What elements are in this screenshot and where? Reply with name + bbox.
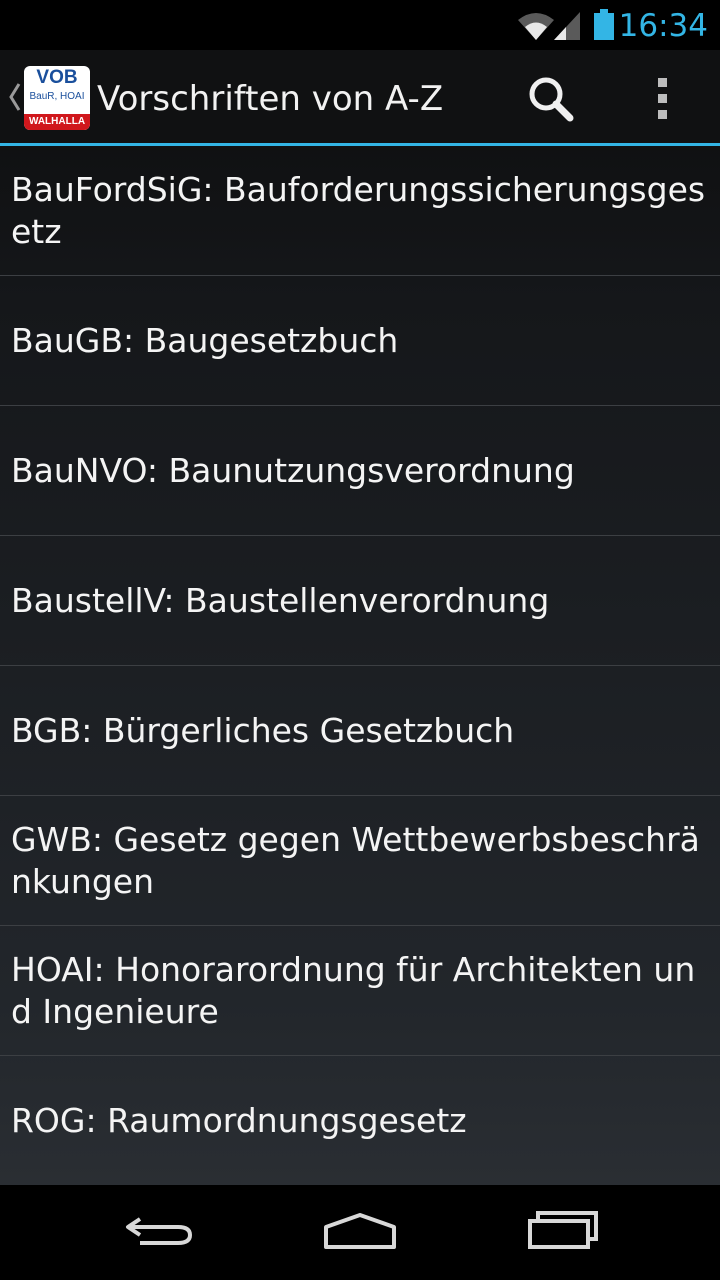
recents-icon[interactable] [522, 1201, 604, 1255]
logo-publisher: WALHALLA [24, 114, 90, 130]
list-item-label: GWB: Gesetz gegen Wettbewerbsbeschränkun… [11, 819, 700, 901]
up-caret-icon[interactable] [6, 80, 22, 114]
home-icon[interactable] [318, 1205, 402, 1255]
search-icon[interactable] [520, 70, 584, 126]
list-item-label: BGB: Bürgerliches Gesetzbuch [11, 710, 515, 750]
back-icon[interactable] [120, 1205, 200, 1255]
logo-title: VOB [36, 67, 78, 88]
page-title: Vorschriften von A-Z [97, 79, 444, 119]
logo-subtitle: BauR, HOAI [29, 91, 85, 102]
list-item[interactable]: BGB: Bürgerliches Gesetzbuch [0, 666, 720, 796]
list-item-label: HOAI: Honorarordnung für Architekten und… [11, 949, 696, 1031]
list-item[interactable]: BauNVO: Baunutzungsverordnung [0, 406, 720, 536]
action-bar: VOB BauR, HOAI WALHALLA Vorschriften von… [0, 50, 720, 146]
list-item-label: BauGB: Baugesetzbuch [11, 320, 399, 360]
signal-icon [554, 12, 580, 40]
list-item[interactable]: BaustellV: Baustellenverordnung [0, 536, 720, 666]
law-list: BauFordSiG: Bauforderungssicherungsgeset… [0, 146, 720, 1186]
list-item-label: BaustellV: Baustellenverordnung [11, 580, 550, 620]
app-logo[interactable]: VOB BauR, HOAI WALHALLA [24, 66, 90, 130]
screen: 16:34 VOB BauR, HOAI WALHALLA Vorschrift… [0, 0, 720, 1280]
list-item-label: BauNVO: Baunutzungsverordnung [11, 450, 575, 490]
battery-icon [594, 9, 614, 40]
overflow-menu-icon[interactable] [634, 70, 694, 126]
list-item-label: BauFordSiG: Bauforderungssicherungsgeset… [11, 169, 706, 251]
list-item[interactable]: BauGB: Baugesetzbuch [0, 276, 720, 406]
navigation-bar [0, 1185, 720, 1280]
list-item[interactable]: HOAI: Honorarordnung für Architekten und… [0, 926, 720, 1056]
status-time: 16:34 [618, 8, 708, 44]
status-bar: 16:34 [0, 0, 720, 50]
list-item[interactable]: ROG: Raumordnungsgesetz [0, 1056, 720, 1186]
list-item-label: ROG: Raumordnungsgesetz [11, 1100, 467, 1140]
list-item[interactable]: BauFordSiG: Bauforderungssicherungsgeset… [0, 146, 720, 276]
wifi-icon [518, 13, 554, 40]
list-item[interactable]: GWB: Gesetz gegen Wettbewerbsbeschränkun… [0, 796, 720, 926]
